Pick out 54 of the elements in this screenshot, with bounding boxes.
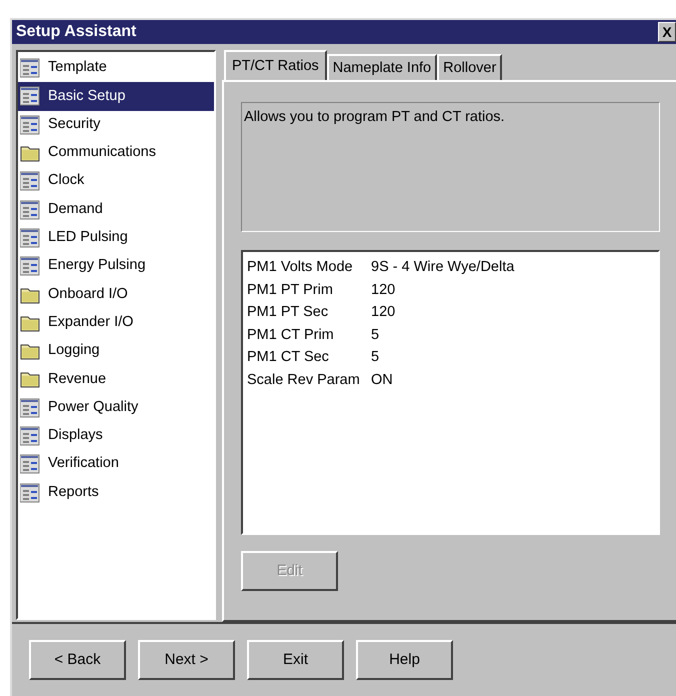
document-icon bbox=[20, 482, 40, 503]
setting-name: PM1 Volts Mode bbox=[247, 258, 354, 277]
sidebar-item[interactable]: Revenue bbox=[18, 365, 214, 394]
document-icon bbox=[20, 86, 40, 106]
sidebar-item[interactable]: Security bbox=[18, 110, 214, 139]
description-text: Allows you to program PT and CT ratios. bbox=[244, 109, 505, 125]
folder-icon bbox=[20, 286, 40, 304]
document-icon bbox=[20, 171, 40, 192]
sidebar-item[interactable]: Clock bbox=[18, 167, 214, 196]
sidebar-item[interactable]: Onboard I/O bbox=[18, 280, 214, 309]
sidebar-item[interactable]: Logging bbox=[18, 336, 214, 366]
setting-value: 5 bbox=[371, 326, 380, 344]
sidebar-item[interactable]: Expander I/O bbox=[18, 308, 214, 337]
sidebar-item[interactable]: Demand bbox=[18, 195, 214, 224]
setting-name: PM1 CT Prim bbox=[247, 326, 335, 344]
document-icon bbox=[20, 454, 40, 474]
setting-value: 120 bbox=[371, 280, 396, 300]
folder-icon bbox=[20, 144, 40, 162]
setting-name: Scale Rev Param bbox=[247, 370, 361, 390]
window-title: Setup Assistant bbox=[16, 22, 136, 42]
tab[interactable]: Rollover bbox=[437, 54, 502, 80]
sidebar-item[interactable]: LED Pulsing bbox=[18, 224, 214, 252]
document-icon bbox=[20, 114, 40, 135]
folder-icon bbox=[20, 314, 40, 332]
setting-name: PM1 PT Prim bbox=[247, 280, 334, 300]
sidebar-item[interactable]: Template bbox=[18, 54, 214, 82]
folder-icon bbox=[20, 342, 40, 360]
close-button[interactable]: X bbox=[658, 22, 676, 42]
document-icon bbox=[20, 426, 40, 446]
document-icon bbox=[20, 228, 40, 248]
setting-name: PM1 PT Sec bbox=[247, 303, 330, 322]
setting-name: PM1 CT Sec bbox=[247, 348, 330, 367]
wizard-button[interactable]: Next > bbox=[138, 640, 235, 680]
tab[interactable]: PT/CT Ratios bbox=[224, 50, 327, 80]
wizard-button[interactable]: Exit bbox=[247, 640, 344, 680]
setting-value: 9S - 4 Wire Wye/Delta bbox=[371, 258, 514, 277]
document-icon bbox=[20, 200, 40, 220]
wizard-button[interactable]: < Back bbox=[29, 640, 126, 680]
setting-value: 120 bbox=[371, 303, 396, 322]
folder-icon bbox=[20, 370, 40, 388]
document-icon bbox=[20, 398, 40, 418]
sidebar-item[interactable]: Energy Pulsing bbox=[18, 252, 214, 280]
sidebar-item[interactable]: Verification bbox=[18, 450, 214, 478]
setting-value: 5 bbox=[371, 348, 380, 367]
tab[interactable]: Nameplate Info bbox=[326, 54, 438, 80]
sidebar-item[interactable]: Basic Setup bbox=[18, 82, 214, 111]
sidebar-item[interactable]: Power Quality bbox=[18, 394, 214, 422]
sidebar-item[interactable]: Reports bbox=[18, 478, 214, 507]
document-icon bbox=[20, 58, 40, 78]
document-icon bbox=[20, 256, 40, 276]
sidebar-item[interactable]: Displays bbox=[18, 422, 214, 450]
sidebar-item[interactable]: Communications bbox=[18, 138, 214, 168]
setting-value: ON bbox=[371, 370, 393, 390]
wizard-button[interactable]: Help bbox=[356, 640, 453, 680]
